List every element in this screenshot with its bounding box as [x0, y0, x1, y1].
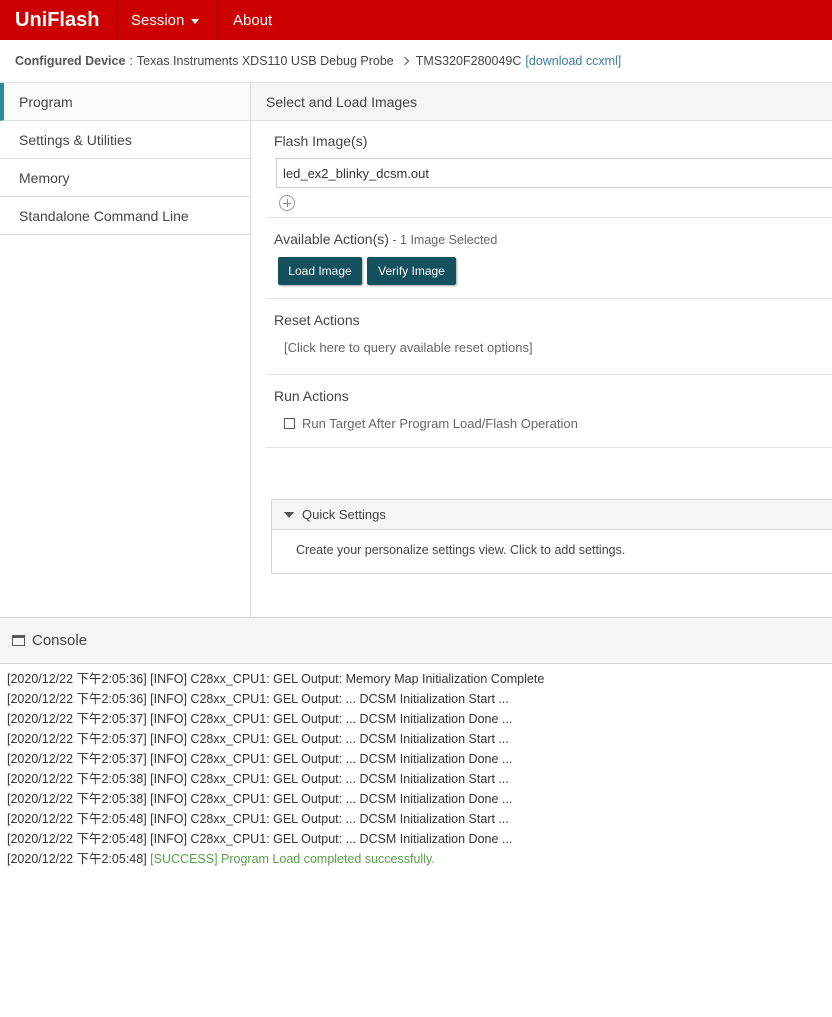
flash-images-section: Flash Image(s) led_ex2_blinky_dcsm.out [266, 121, 832, 218]
reset-actions-title: Reset Actions [274, 312, 360, 328]
available-actions-heading: Available Action(s) - 1 Image Selected [266, 231, 832, 249]
console-header: Console [0, 617, 832, 664]
reset-actions-section: Reset Actions [Click here to query avail… [266, 299, 832, 375]
page-title: Select and Load Images [251, 83, 832, 121]
quick-settings-panel: Quick Settings Create your personalize s… [271, 499, 832, 574]
success-message: [SUCCESS] Program Load completed success… [150, 852, 435, 866]
download-ccxml-link[interactable]: [download ccxml] [525, 54, 621, 68]
configured-device-label: Configured Device [15, 54, 126, 68]
load-image-button[interactable]: Load Image [278, 257, 362, 285]
log-line: [2020/12/22 下午2:05:37] [INFO] C28xx_CPU1… [7, 732, 509, 746]
log-line: [2020/12/22 下午2:05:48] [INFO] C28xx_CPU1… [7, 832, 513, 846]
log-line: [2020/12/22 下午2:05:36] [INFO] C28xx_CPU1… [7, 672, 545, 686]
console-title: Console [32, 632, 88, 649]
quick-settings-body[interactable]: Create your personalize settings view. C… [272, 530, 832, 557]
about-menu[interactable]: About [217, 0, 288, 40]
log-line: [2020/12/22 下午2:05:36] [INFO] C28xx_CPU1… [7, 692, 509, 706]
query-reset-options-link[interactable]: [Click here to query available reset opt… [266, 340, 832, 355]
caret-down-icon [191, 18, 200, 24]
main-panel: Select and Load Images Flash Image(s) le… [251, 83, 832, 617]
sidebar-item-settings-utilities[interactable]: Settings & Utilities [0, 121, 250, 159]
log-timestamp: [2020/12/22 下午2:05:48] [7, 852, 151, 866]
images-selected-count: - 1 Image Selected [388, 233, 498, 247]
available-actions-section: Available Action(s) - 1 Image Selected L… [266, 218, 832, 299]
chevron-right-icon [400, 56, 410, 66]
log-line: [2020/12/22 下午2:05:37] [INFO] C28xx_CPU1… [7, 712, 513, 726]
run-target-label: Run Target After Program Load/Flash Oper… [302, 416, 578, 431]
sidebar-item-memory[interactable]: Memory [0, 159, 250, 197]
device-name[interactable]: TMS320F280049C [416, 54, 522, 68]
available-actions-title: Available Action(s) [274, 231, 389, 247]
probe-name[interactable]: Texas Instruments XDS110 USB Debug Probe [137, 54, 394, 68]
verify-image-button[interactable]: Verify Image [367, 257, 456, 285]
triangle-down-icon [284, 511, 294, 518]
console-log: [2020/12/22 下午2:05:36] [INFO] C28xx_CPU1… [0, 664, 832, 1017]
log-line: [2020/12/22 下午2:05:37] [INFO] C28xx_CPU1… [7, 752, 513, 766]
sidebar: Program Settings & Utilities Memory Stan… [0, 83, 251, 617]
sidebar-item-program[interactable]: Program [0, 83, 250, 121]
action-buttons: Load Image Verify Image [266, 257, 832, 285]
app-logo[interactable]: UniFlash [0, 0, 117, 40]
log-line: [2020/12/22 下午2:05:38] [INFO] C28xx_CPU1… [7, 772, 509, 786]
add-image-icon[interactable] [279, 195, 295, 211]
log-line: [2020/12/22 下午2:05:48] [INFO] C28xx_CPU1… [7, 812, 509, 826]
top-menu-bar: UniFlash Session About [0, 0, 832, 40]
log-line: [2020/12/22 下午2:05:38] [INFO] C28xx_CPU1… [7, 792, 513, 806]
breadcrumb: Configured Device : Texas Instruments XD… [0, 40, 832, 83]
flash-images-title: Flash Image(s) [274, 133, 368, 149]
flash-image-field[interactable]: led_ex2_blinky_dcsm.out [276, 158, 832, 188]
window-icon [12, 635, 25, 646]
sidebar-item-standalone-command-line[interactable]: Standalone Command Line [0, 197, 250, 235]
breadcrumb-separator: : [129, 54, 133, 68]
session-menu-label: Session [131, 11, 185, 29]
run-actions-section: Run Actions Run Target After Program Loa… [266, 375, 832, 448]
run-actions-title: Run Actions [274, 388, 349, 404]
quick-settings-title: Quick Settings [302, 507, 386, 522]
log-line-success: [2020/12/22 下午2:05:48] [SUCCESS] Program… [7, 849, 832, 869]
session-menu[interactable]: Session [117, 0, 217, 40]
run-target-option[interactable]: Run Target After Program Load/Flash Oper… [266, 416, 832, 431]
quick-settings-header[interactable]: Quick Settings [272, 500, 832, 530]
run-target-checkbox[interactable] [284, 418, 295, 429]
